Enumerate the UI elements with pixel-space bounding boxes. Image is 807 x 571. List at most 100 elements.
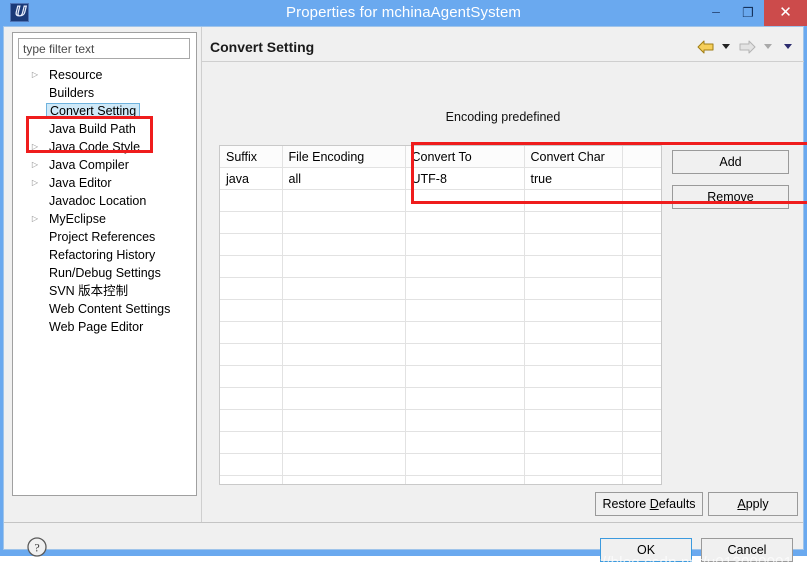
remove-button[interactable]: Remove [672, 185, 789, 209]
table-cell-empty[interactable] [282, 321, 406, 344]
table-cell-empty[interactable] [405, 475, 525, 484]
table-cell[interactable]: true [524, 167, 623, 190]
table-cell-empty[interactable] [524, 211, 623, 234]
table-cell-empty[interactable] [220, 233, 283, 256]
table-cell[interactable]: java [220, 167, 283, 190]
table-cell-empty[interactable] [220, 343, 283, 366]
table-cell-empty[interactable] [405, 233, 525, 256]
table-cell-empty[interactable] [622, 189, 661, 212]
table-row-empty[interactable] [220, 365, 661, 388]
table-cell-empty[interactable] [405, 365, 525, 388]
table-row[interactable]: java all UTF-8 true [220, 167, 661, 190]
sidebar-item-run-debug-settings[interactable]: Run/Debug Settings [13, 264, 196, 282]
table-cell-empty[interactable] [524, 343, 623, 366]
table-cell-empty[interactable] [524, 255, 623, 278]
table-cell[interactable] [622, 167, 661, 190]
table-cell-empty[interactable] [282, 255, 406, 278]
chevron-right-icon[interactable]: ▷ [29, 156, 41, 174]
table-row-empty[interactable] [220, 233, 661, 256]
table-cell-empty[interactable] [282, 299, 406, 322]
back-arrow-icon[interactable] [697, 40, 714, 54]
sidebar-item-java-build-path[interactable]: Java Build Path [13, 120, 196, 138]
table-cell-empty[interactable] [622, 431, 661, 454]
table-cell-empty[interactable] [524, 233, 623, 256]
table-cell[interactable]: all [282, 167, 406, 190]
table-row-empty[interactable] [220, 387, 661, 410]
cancel-button[interactable]: Cancel [701, 538, 793, 562]
sidebar-item-project-references[interactable]: Project References [13, 228, 196, 246]
chevron-right-icon[interactable]: ▷ [29, 66, 41, 84]
table-cell[interactable]: UTF-8 [405, 167, 525, 190]
table-cell-empty[interactable] [405, 453, 525, 476]
table-cell-empty[interactable] [622, 387, 661, 410]
table-row-empty[interactable] [220, 189, 661, 212]
column-header[interactable] [622, 146, 661, 168]
sidebar-item-web-content-settings[interactable]: Web Content Settings [13, 300, 196, 318]
help-question-icon[interactable]: ? [26, 536, 48, 558]
sidebar-item-myeclipse[interactable]: ▷ MyEclipse [13, 210, 196, 228]
chevron-right-icon[interactable]: ▷ [29, 174, 41, 192]
table-cell-empty[interactable] [405, 189, 525, 212]
table-cell-empty[interactable] [220, 409, 283, 432]
table-cell-empty[interactable] [405, 431, 525, 454]
table-cell-empty[interactable] [524, 475, 623, 484]
page-menu-icon[interactable] [784, 44, 792, 50]
table-cell-empty[interactable] [622, 475, 661, 484]
table-row-empty[interactable] [220, 343, 661, 366]
table-cell-empty[interactable] [405, 409, 525, 432]
table-cell-empty[interactable] [282, 475, 406, 484]
table-cell-empty[interactable] [524, 299, 623, 322]
sidebar-item-web-page-editor[interactable]: Web Page Editor [13, 318, 196, 336]
sidebar-item-javadoc-location[interactable]: Javadoc Location [13, 192, 196, 210]
table-cell-empty[interactable] [220, 277, 283, 300]
table-cell-empty[interactable] [220, 431, 283, 454]
chevron-right-icon[interactable]: ▷ [29, 210, 41, 228]
table-cell-empty[interactable] [622, 233, 661, 256]
sidebar-item-builders[interactable]: Builders [13, 84, 196, 102]
back-dropdown-icon[interactable] [721, 44, 730, 50]
table-row-empty[interactable] [220, 453, 661, 476]
table-row-empty[interactable] [220, 255, 661, 278]
table-cell-empty[interactable] [622, 365, 661, 388]
maximize-button[interactable]: ❐ [732, 0, 764, 26]
table-cell-empty[interactable] [524, 409, 623, 432]
table-row-empty[interactable] [220, 321, 661, 344]
table-cell-empty[interactable] [622, 255, 661, 278]
table-cell-empty[interactable] [220, 475, 283, 484]
table-cell-empty[interactable] [405, 255, 525, 278]
table-cell-empty[interactable] [282, 189, 406, 212]
table-cell-empty[interactable] [220, 387, 283, 410]
table-cell-empty[interactable] [220, 321, 283, 344]
table-cell-empty[interactable] [622, 453, 661, 476]
table-cell-empty[interactable] [220, 299, 283, 322]
table-cell-empty[interactable] [524, 189, 623, 212]
table-cell-empty[interactable] [524, 431, 623, 454]
table-row-empty[interactable] [220, 277, 661, 300]
table-cell-empty[interactable] [282, 277, 406, 300]
table-cell-empty[interactable] [405, 343, 525, 366]
sidebar-item-java-editor[interactable]: ▷ Java Editor [13, 174, 196, 192]
table-cell-empty[interactable] [282, 365, 406, 388]
ok-button[interactable]: OK [600, 538, 692, 562]
table-row-empty[interactable] [220, 299, 661, 322]
table-cell-empty[interactable] [622, 211, 661, 234]
table-cell-empty[interactable] [622, 277, 661, 300]
table-cell-empty[interactable] [220, 189, 283, 212]
table-cell-empty[interactable] [405, 299, 525, 322]
table-row-empty[interactable] [220, 475, 661, 484]
table-cell-empty[interactable] [220, 255, 283, 278]
table-cell-empty[interactable] [524, 321, 623, 344]
table-cell-empty[interactable] [282, 409, 406, 432]
table-cell-empty[interactable] [220, 453, 283, 476]
table-cell-empty[interactable] [282, 387, 406, 410]
table-cell-empty[interactable] [524, 277, 623, 300]
table-row-empty[interactable] [220, 211, 661, 234]
column-header[interactable]: File Encoding [282, 146, 406, 168]
sidebar-item-convert-setting[interactable]: Convert Setting [13, 102, 196, 120]
table-row-empty[interactable] [220, 431, 661, 454]
sidebar-item-refactoring-history[interactable]: Refactoring History [13, 246, 196, 264]
table-cell-empty[interactable] [524, 365, 623, 388]
sidebar-item-java-code-style[interactable]: ▷ Java Code Style [13, 138, 196, 156]
column-header[interactable]: Convert To [405, 146, 525, 168]
table-cell-empty[interactable] [622, 343, 661, 366]
